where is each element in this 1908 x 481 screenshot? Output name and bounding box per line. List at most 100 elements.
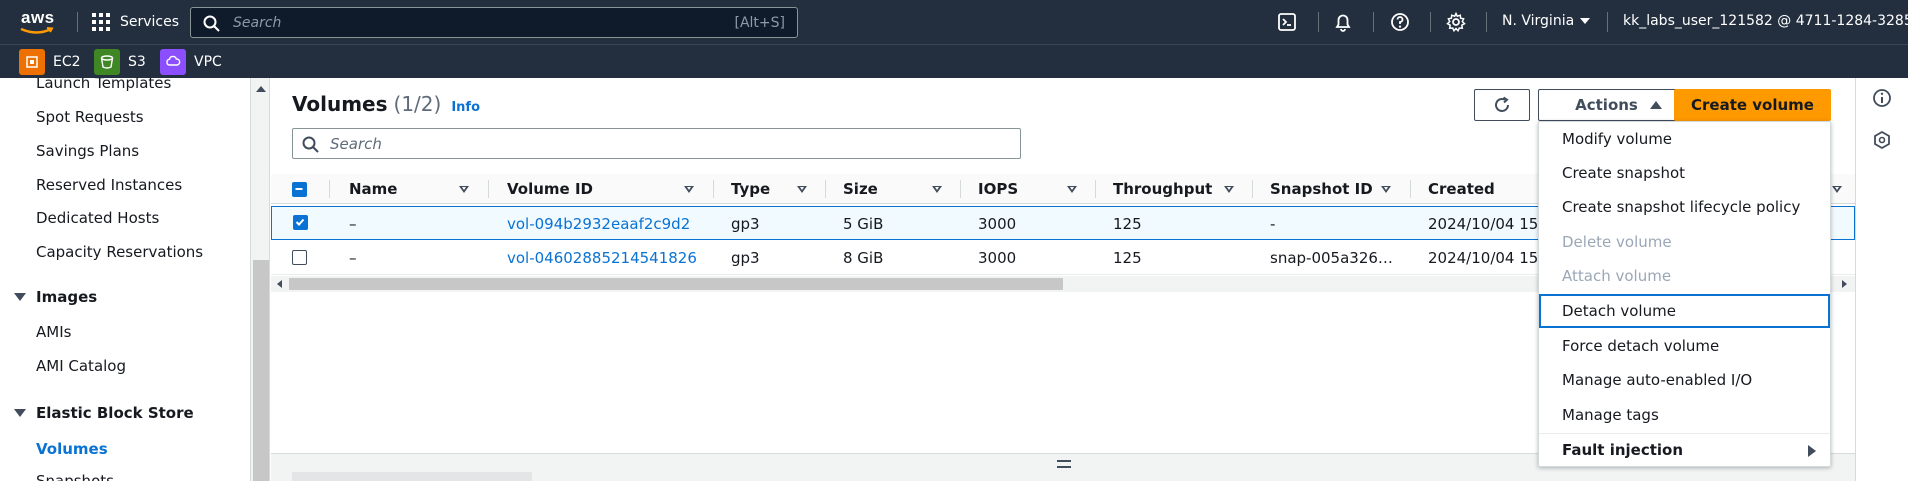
sidebar-item-capacity-reservations[interactable]: Capacity Reservations <box>36 243 203 261</box>
sidebar-item-reserved-instances[interactable]: Reserved Instances <box>36 176 182 194</box>
sidebar-group-label: Elastic Block Store <box>36 404 194 422</box>
sidebar-item-amis[interactable]: AMIs <box>36 323 71 341</box>
sidebar-group-elastic-block-store[interactable]: Elastic Block Store <box>14 404 194 422</box>
sidebar-group-images[interactable]: Images <box>14 288 97 306</box>
info-icon[interactable] <box>1872 88 1892 108</box>
submenu-arrow-icon <box>1808 445 1816 457</box>
menu-item-force-detach-volume[interactable]: Force detach volume <box>1539 329 1830 363</box>
sidebar-item-dedicated-hosts[interactable]: Dedicated Hosts <box>36 209 159 227</box>
cell-name: – <box>349 215 357 233</box>
favorite-vpc[interactable]: VPC <box>160 49 222 75</box>
cell-type: gp3 <box>731 249 760 267</box>
column-header-throughput[interactable]: Throughput <box>1113 174 1212 204</box>
sort-icon[interactable] <box>459 186 469 193</box>
sidebar-item-spot-requests[interactable]: Spot Requests <box>36 108 144 126</box>
scrollbar-thumb[interactable] <box>289 278 1063 290</box>
column-divider <box>1095 180 1096 198</box>
cell-volume-id-link[interactable]: vol-094b2932eaaf2c9d2 <box>507 207 690 241</box>
column-divider <box>329 180 330 198</box>
menu-item-create-snapshot[interactable]: Create snapshot <box>1539 156 1830 190</box>
cell-size: 8 GiB <box>843 249 884 267</box>
feedback-icon[interactable] <box>1872 130 1892 150</box>
settings-gear-icon[interactable] <box>1446 12 1466 32</box>
column-divider <box>1410 180 1411 198</box>
column-header-iops[interactable]: IOPS <box>978 174 1018 204</box>
menu-item-manage-auto-enabled-io[interactable]: Manage auto-enabled I/O <box>1539 363 1830 397</box>
aws-logo-text: aws <box>21 8 55 27</box>
sort-icon[interactable] <box>1224 186 1234 193</box>
region-selector[interactable]: N. Virginia <box>1502 13 1591 29</box>
services-label: Services <box>120 14 180 30</box>
row-checkbox[interactable] <box>293 215 308 230</box>
menu-item-detach-volume[interactable]: Detach volume <box>1539 294 1830 328</box>
column-header-type[interactable]: Type <box>731 174 770 204</box>
sort-icon[interactable] <box>684 186 694 193</box>
cell-snapshot-id: snap-005a326… <box>1270 249 1393 267</box>
sort-icon[interactable] <box>932 186 942 193</box>
title-text: Volumes <box>292 92 388 116</box>
refresh-button[interactable] <box>1474 89 1530 121</box>
nav-divider <box>1373 12 1374 32</box>
sidebar-item-savings-plans[interactable]: Savings Plans <box>36 142 139 160</box>
column-header-created[interactable]: Created <box>1428 174 1495 204</box>
sort-icon[interactable] <box>1832 186 1842 193</box>
account-menu[interactable]: kk_labs_user_121582 @ 4711-1284-3285 <box>1623 13 1908 29</box>
search-placeholder: Search <box>330 135 382 153</box>
cloudshell-icon[interactable] <box>1277 12 1297 32</box>
notifications-bell-icon[interactable] <box>1333 12 1353 32</box>
nav-divider <box>1486 12 1487 32</box>
scrollbar-thumb[interactable] <box>253 260 269 481</box>
column-header-volume-id[interactable]: Volume ID <box>507 174 593 204</box>
column-header-name[interactable]: Name <box>349 174 397 204</box>
help-icon[interactable] <box>1390 12 1410 32</box>
column-divider <box>488 180 489 198</box>
cell-snapshot-id: - <box>1270 215 1276 233</box>
cell-created: 2024/10/04 15 <box>1428 249 1539 267</box>
menu-item-create-snapshot-lifecycle-policy[interactable]: Create snapshot lifecycle policy <box>1539 190 1830 224</box>
cell-type: gp3 <box>731 215 760 233</box>
services-menu-button[interactable]: Services <box>92 10 179 34</box>
details-panel-title <box>292 472 532 481</box>
menu-item-modify-volume[interactable]: Modify volume <box>1539 122 1830 156</box>
menu-item-label: Create snapshot <box>1562 164 1686 182</box>
select-all-checkbox[interactable] <box>292 182 307 197</box>
sort-icon[interactable] <box>1067 186 1077 193</box>
favorite-s3[interactable]: S3 <box>94 49 146 75</box>
account-label: kk_labs_user_121582 @ 4711-1284-3285 <box>1623 13 1908 29</box>
split-panel-resize-handle[interactable] <box>1057 460 1071 468</box>
search-shortcut: [Alt+S] <box>734 15 786 31</box>
create-volume-button[interactable]: Create volume <box>1674 89 1831 121</box>
global-search-input[interactable]: Search [Alt+S] <box>190 7 798 38</box>
menu-item-manage-tags[interactable]: Manage tags <box>1539 398 1830 432</box>
menu-item-fault-injection[interactable]: Fault injection <box>1539 433 1830 467</box>
scroll-left-arrow-icon[interactable] <box>277 280 282 288</box>
sort-icon[interactable] <box>1381 186 1391 193</box>
sidebar-scrollbar[interactable] <box>250 78 269 481</box>
favorite-label: VPC <box>194 54 222 70</box>
sidebar-item-ami-catalog[interactable]: AMI Catalog <box>36 357 126 375</box>
column-header-size[interactable]: Size <box>843 174 878 204</box>
aws-logo[interactable]: aws <box>18 6 58 36</box>
sidebar-item-volumes[interactable]: Volumes <box>36 440 108 458</box>
volume-search-input[interactable]: Search <box>292 128 1021 159</box>
favorite-ec2[interactable]: EC2 <box>19 49 81 75</box>
scroll-up-arrow-icon[interactable] <box>256 86 266 92</box>
menu-item-label: Modify volume <box>1562 130 1673 148</box>
row-checkbox[interactable] <box>292 250 307 265</box>
sort-icon[interactable] <box>797 186 807 193</box>
menu-item-label: Force detach volume <box>1562 337 1720 355</box>
sidebar-item-snapshots[interactable]: Snapshots <box>36 472 114 481</box>
menu-item-label: Manage tags <box>1562 406 1659 424</box>
scroll-right-arrow-icon[interactable] <box>1842 280 1847 288</box>
vpc-cloud-icon <box>160 49 186 75</box>
chevron-down-icon <box>1580 18 1591 24</box>
menu-item-delete-volume: Delete volume <box>1539 225 1830 259</box>
s3-bucket-icon <box>94 49 120 75</box>
info-link[interactable]: Info <box>451 100 480 115</box>
search-icon <box>203 15 220 32</box>
search-placeholder: Search <box>233 15 282 31</box>
sidebar-item-launch-templates[interactable]: Launch Templates <box>36 78 171 92</box>
cell-volume-id-link[interactable]: vol-04602885214541826 <box>507 241 697 275</box>
right-tools-rail <box>1855 78 1908 481</box>
column-header-snapshot-id[interactable]: Snapshot ID <box>1270 174 1373 204</box>
